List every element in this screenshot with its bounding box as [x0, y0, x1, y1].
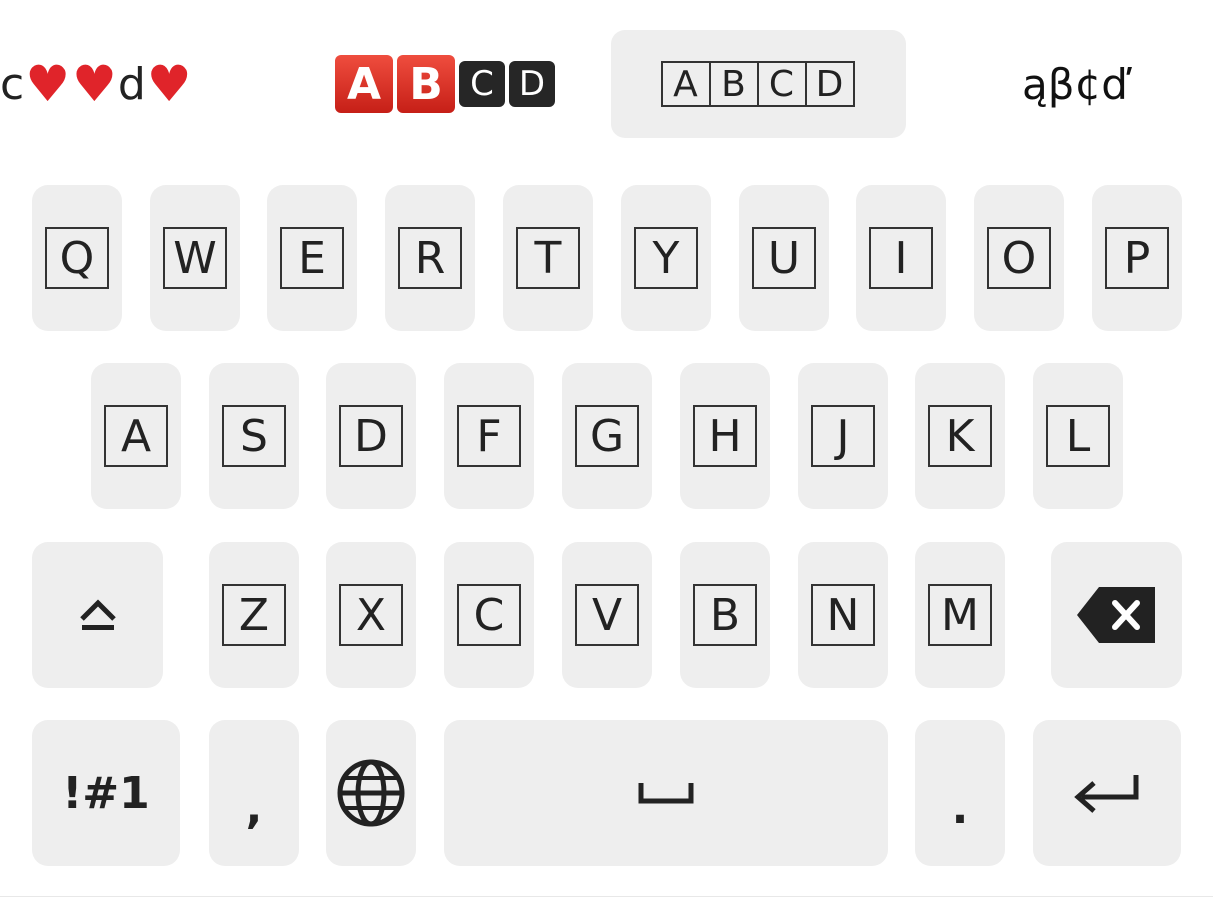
- key-label: Y: [634, 227, 698, 289]
- key-s[interactable]: S: [209, 363, 299, 509]
- key-p[interactable]: P: [1092, 185, 1182, 331]
- period-key[interactable]: .: [915, 720, 1005, 866]
- language-key[interactable]: [326, 720, 416, 866]
- key-label: N: [811, 584, 875, 646]
- key-label: R: [398, 227, 462, 289]
- key-q[interactable]: Q: [32, 185, 122, 331]
- key-label: U: [752, 227, 816, 289]
- black-letter-block: C: [459, 61, 505, 107]
- key-c[interactable]: C: [444, 542, 534, 688]
- key-label: J: [811, 405, 875, 467]
- key-x[interactable]: X: [326, 542, 416, 688]
- key-w[interactable]: W: [150, 185, 240, 331]
- key-d[interactable]: D: [326, 363, 416, 509]
- symbols-key[interactable]: !#1: [32, 720, 180, 866]
- key-label: Q: [45, 227, 109, 289]
- key-label: E: [280, 227, 344, 289]
- suggestion-hearts[interactable]: c ♥ ♥ d ♥: [0, 30, 250, 138]
- globe-icon: [337, 759, 405, 827]
- enter-icon: [1074, 775, 1139, 813]
- key-i[interactable]: I: [856, 185, 946, 331]
- boxed-letter: C: [756, 61, 807, 107]
- key-label: O: [987, 227, 1051, 289]
- space-bar-icon: [638, 783, 694, 804]
- enter-key[interactable]: [1033, 720, 1181, 866]
- key-label: L: [1046, 405, 1110, 467]
- red-letter-block: A: [335, 55, 393, 113]
- comma-label: ,: [245, 782, 263, 834]
- key-n[interactable]: N: [798, 542, 888, 688]
- key-t[interactable]: T: [503, 185, 593, 331]
- key-y[interactable]: Y: [621, 185, 711, 331]
- key-label: W: [163, 227, 227, 289]
- key-label: A: [104, 405, 168, 467]
- key-label: K: [928, 405, 992, 467]
- suggestion-emoji-letters[interactable]: A B C D: [300, 30, 590, 138]
- boxed-letter: B: [708, 61, 759, 107]
- key-v[interactable]: V: [562, 542, 652, 688]
- key-b[interactable]: B: [680, 542, 770, 688]
- period-label: .: [951, 782, 969, 834]
- key-label: C: [457, 584, 521, 646]
- heart-icon: ♥: [146, 55, 192, 113]
- key-r[interactable]: R: [385, 185, 475, 331]
- boxed-letter: A: [660, 61, 711, 107]
- key-e[interactable]: E: [267, 185, 357, 331]
- comma-key[interactable]: ,: [209, 720, 299, 866]
- backspace-icon: [1076, 587, 1155, 643]
- bottom-divider: [0, 896, 1213, 897]
- shift-icon: [79, 599, 116, 630]
- keyboard: c ♥ ♥ d ♥ A B C D A B C D ąβ¢ď Q W E R T Y U…: [0, 0, 1213, 900]
- key-m[interactable]: M: [915, 542, 1005, 688]
- key-label: S: [222, 405, 286, 467]
- heart-icon: ♥: [72, 55, 117, 113]
- key-h[interactable]: H: [680, 363, 770, 509]
- key-label: B: [693, 584, 757, 646]
- red-letter-block: B: [397, 55, 455, 113]
- key-label: Z: [222, 584, 286, 646]
- key-label: D: [339, 405, 403, 467]
- key-label: H: [693, 405, 757, 467]
- key-z[interactable]: Z: [209, 542, 299, 688]
- key-k[interactable]: K: [915, 363, 1005, 509]
- heart-icon: ♥: [25, 55, 71, 113]
- key-label: I: [869, 227, 933, 289]
- symbols-label: !#1: [62, 767, 150, 819]
- suggestion-text-c: c: [0, 58, 25, 110]
- key-o[interactable]: O: [974, 185, 1064, 331]
- black-letter-block: D: [509, 61, 555, 107]
- key-label: M: [928, 584, 992, 646]
- key-label: T: [516, 227, 580, 289]
- key-g[interactable]: G: [562, 363, 652, 509]
- key-f[interactable]: F: [444, 363, 534, 509]
- suggestion-text-d: d: [117, 58, 146, 110]
- key-l[interactable]: L: [1033, 363, 1123, 509]
- key-label: F: [457, 405, 521, 467]
- space-key[interactable]: [444, 720, 888, 866]
- shift-key[interactable]: [32, 542, 163, 688]
- suggestion-boxed-letters[interactable]: A B C D: [611, 30, 906, 138]
- key-a[interactable]: A: [91, 363, 181, 509]
- suggestion-fancy-letters[interactable]: ąβ¢ď: [960, 30, 1190, 138]
- key-label: P: [1105, 227, 1169, 289]
- fancy-text: ąβ¢ď: [1022, 59, 1128, 109]
- key-j[interactable]: J: [798, 363, 888, 509]
- key-label: V: [575, 584, 639, 646]
- boxed-letter: D: [804, 61, 855, 107]
- key-u[interactable]: U: [739, 185, 829, 331]
- key-label: G: [575, 405, 639, 467]
- backspace-key[interactable]: [1051, 542, 1182, 688]
- key-label: X: [339, 584, 403, 646]
